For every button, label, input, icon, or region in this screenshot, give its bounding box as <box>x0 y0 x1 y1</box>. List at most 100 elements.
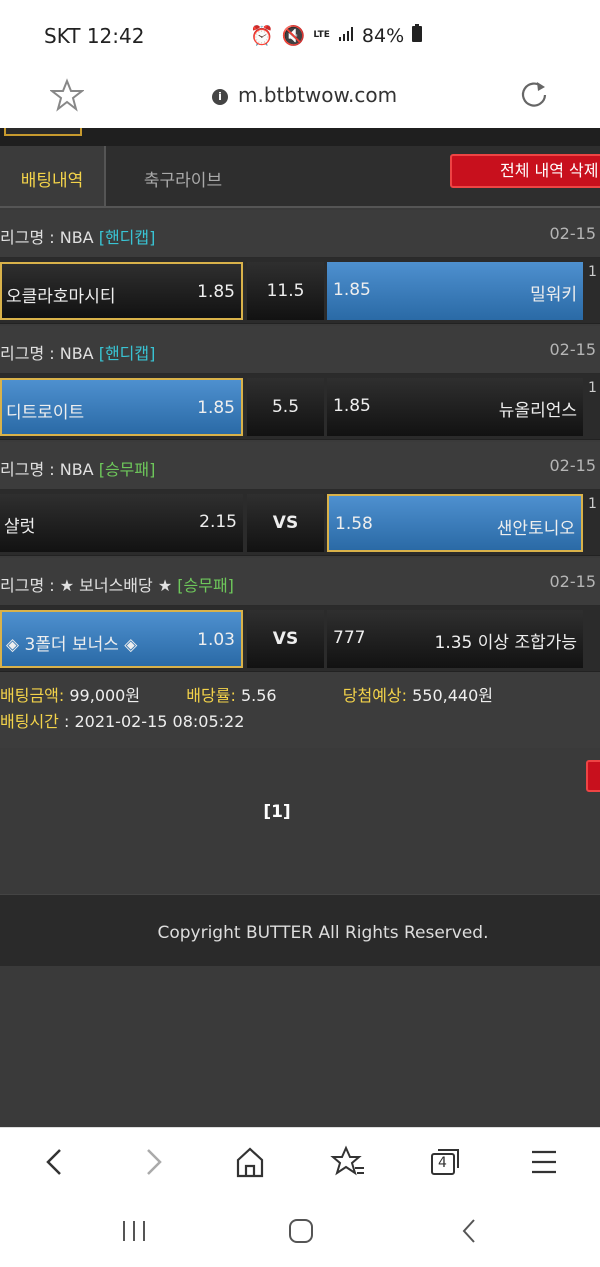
bet-date: 02-15 <box>549 572 597 591</box>
bet-time: : 2021-02-15 08:05:22 <box>58 712 245 731</box>
league-name: 리그명 : ★ 보너스배당 ★ [승무패] <box>0 576 234 595</box>
odds-row: 디트로이트 1.85 5.5 1.85 뉴올리언스 1 <box>0 374 600 440</box>
league-row: 리그명 : ★ 보너스배당 ★ [승무패] 02-15 <box>0 558 600 606</box>
footer: Copyright BUTTER All Rights Reserved. <box>0 894 600 966</box>
pagination-area: [1] <box>0 748 600 894</box>
tab-bet-history[interactable]: 배팅내역 <box>0 146 106 206</box>
vs-cell: VS <box>247 494 324 552</box>
home-odds: 1.85 <box>197 398 235 418</box>
league-row: 리그명 : NBA [핸디캡] 02-15 <box>0 210 600 258</box>
bet-amount: 99,000원 <box>69 686 141 705</box>
bet-summary: 배팅금액: 99,000원 배당률: 5.56 당첨예상: 550,440원 배… <box>0 672 600 750</box>
home-team: 샬럿 <box>4 517 36 537</box>
edge-number: 1 <box>588 496 597 512</box>
bookmarks-icon[interactable] <box>328 1144 368 1180</box>
home-button-icon[interactable] <box>281 1215 321 1247</box>
odds-row: ◈ 3폴더 보너스 ◈ 1.03 VS 777 1.35 이상 조합가능 <box>0 606 600 672</box>
bet-time-label: 배팅시간 <box>0 712 59 731</box>
vs-cell: VS <box>247 610 324 668</box>
away-odds: 777 <box>333 628 366 648</box>
league-name: 리그명 : NBA [승무패] <box>0 460 156 479</box>
signal-icon <box>338 25 354 47</box>
delete-button[interactable] <box>586 760 600 792</box>
home-team-cell[interactable]: ◈ 3폴더 보너스 ◈ 1.03 <box>0 610 243 668</box>
bet-date: 02-15 <box>549 456 597 475</box>
away-team-cell[interactable]: 1.85 뉴올리언스 <box>327 378 583 436</box>
tab-bar: 배팅내역 축구라이브 전체 내역 삭제 <box>0 146 600 208</box>
away-team-cell[interactable]: 777 1.35 이상 조합가능 <box>327 610 583 668</box>
mute-icon: 🔇 <box>281 25 306 47</box>
home-odds: 1.03 <box>197 630 235 650</box>
vs-label: VS <box>272 513 299 533</box>
away-odds: 1.58 <box>335 514 373 534</box>
league-type: [핸디캡] <box>98 344 156 363</box>
delete-all-button[interactable]: 전체 내역 삭제 <box>450 154 600 188</box>
league-type: [승무패] <box>98 460 156 479</box>
page-number[interactable]: [1] <box>0 802 600 822</box>
expected-win: 550,440원 <box>412 686 494 705</box>
away-team: 1.35 이상 조합가능 <box>434 633 578 653</box>
bookmark-star-icon[interactable] <box>50 78 84 112</box>
page-content: 배팅내역 축구라이브 전체 내역 삭제 리그명 : NBA [핸디캡] 02-1… <box>0 128 600 1127</box>
bet-date: 02-15 <box>549 224 597 243</box>
total-odds: 5.56 <box>240 686 277 705</box>
away-team-cell[interactable]: 1.85 밀워키 <box>327 262 583 320</box>
league-type: [핸디캡] <box>98 228 156 247</box>
battery-percent: 84% <box>361 24 405 47</box>
site-info-icon[interactable]: i <box>212 89 228 105</box>
header-strip <box>0 128 600 146</box>
expected-win-label: 당첨예상: <box>342 686 408 705</box>
battery-icon <box>412 24 423 47</box>
summary-line-2: 배팅시간 : 2021-02-15 08:05:22 <box>0 708 244 732</box>
bet-date: 02-15 <box>549 340 597 359</box>
home-odds: 2.15 <box>199 512 237 532</box>
lte-icon: LTE <box>313 30 330 40</box>
summary-line-1: 배팅금액: 99,000원 배당률: 5.56 당첨예상: 550,440원 <box>0 682 493 706</box>
system-nav-bar <box>0 1197 600 1267</box>
league-type: [승무패] <box>177 576 234 595</box>
status-bar: SKT 12:42 ⏰ 🔇 LTE 84% <box>0 0 600 66</box>
browser-toolbar: 4 <box>0 1127 600 1197</box>
home-team-cell[interactable]: 샬럿 2.15 <box>0 494 243 552</box>
url-text[interactable]: m.btbtwow.com <box>238 83 397 107</box>
vs-label: VS <box>272 629 299 649</box>
status-icons: ⏰ 🔇 LTE 84% <box>250 24 423 47</box>
odds-label: 배당률: <box>186 686 236 705</box>
away-odds: 1.85 <box>333 396 371 416</box>
odds-row: 샬럿 2.15 VS 1.58 샌안토니오 1 <box>0 490 600 556</box>
menu-icon[interactable] <box>524 1144 564 1180</box>
tab-count: 4 <box>438 1155 447 1171</box>
odds-row: 오클라호마시티 1.85 11.5 1.85 밀워키 1 <box>0 258 600 324</box>
away-team: 뉴올리언스 <box>498 401 577 421</box>
away-team: 샌안토니오 <box>496 519 575 539</box>
home-icon[interactable] <box>230 1144 270 1180</box>
back-icon[interactable] <box>34 1144 74 1180</box>
edge-number: 1 <box>588 264 597 280</box>
home-team: 오클라호마시티 <box>6 287 116 307</box>
copyright-text: Copyright BUTTER All Rights Reserved. <box>157 923 489 943</box>
tabs-icon[interactable]: 4 <box>426 1144 466 1180</box>
forward-icon[interactable] <box>134 1144 174 1180</box>
away-team: 밀워키 <box>530 285 577 305</box>
home-team: ◈ 3폴더 보너스 ◈ <box>6 635 138 655</box>
handicap-cell: 5.5 <box>247 378 324 436</box>
site-logo[interactable] <box>4 128 82 136</box>
league-row: 리그명 : NBA [승무패] 02-15 <box>0 442 600 490</box>
handicap-cell: 11.5 <box>247 262 324 320</box>
league-name: 리그명 : NBA [핸디캡] <box>0 344 156 363</box>
home-odds: 1.85 <box>197 282 235 302</box>
reload-icon[interactable] <box>517 78 551 112</box>
recent-apps-icon[interactable] <box>114 1215 154 1247</box>
system-back-icon[interactable] <box>450 1215 490 1247</box>
status-time: SKT 12:42 <box>44 24 145 48</box>
home-team-cell[interactable]: 오클라호마시티 1.85 <box>0 262 243 320</box>
bet-amount-label: 배팅금액: <box>0 686 65 705</box>
tab-soccer-live[interactable]: 축구라이브 <box>108 146 258 206</box>
league-name: 리그명 : NBA [핸디캡] <box>0 228 156 247</box>
home-team-cell[interactable]: 디트로이트 1.85 <box>0 378 243 436</box>
alarm-icon: ⏰ <box>250 25 274 47</box>
league-row: 리그명 : NBA [핸디캡] 02-15 <box>0 326 600 374</box>
away-team-cell[interactable]: 1.58 샌안토니오 <box>327 494 583 552</box>
home-team: 디트로이트 <box>6 403 85 423</box>
browser-url-bar: i m.btbtwow.com <box>0 66 600 128</box>
